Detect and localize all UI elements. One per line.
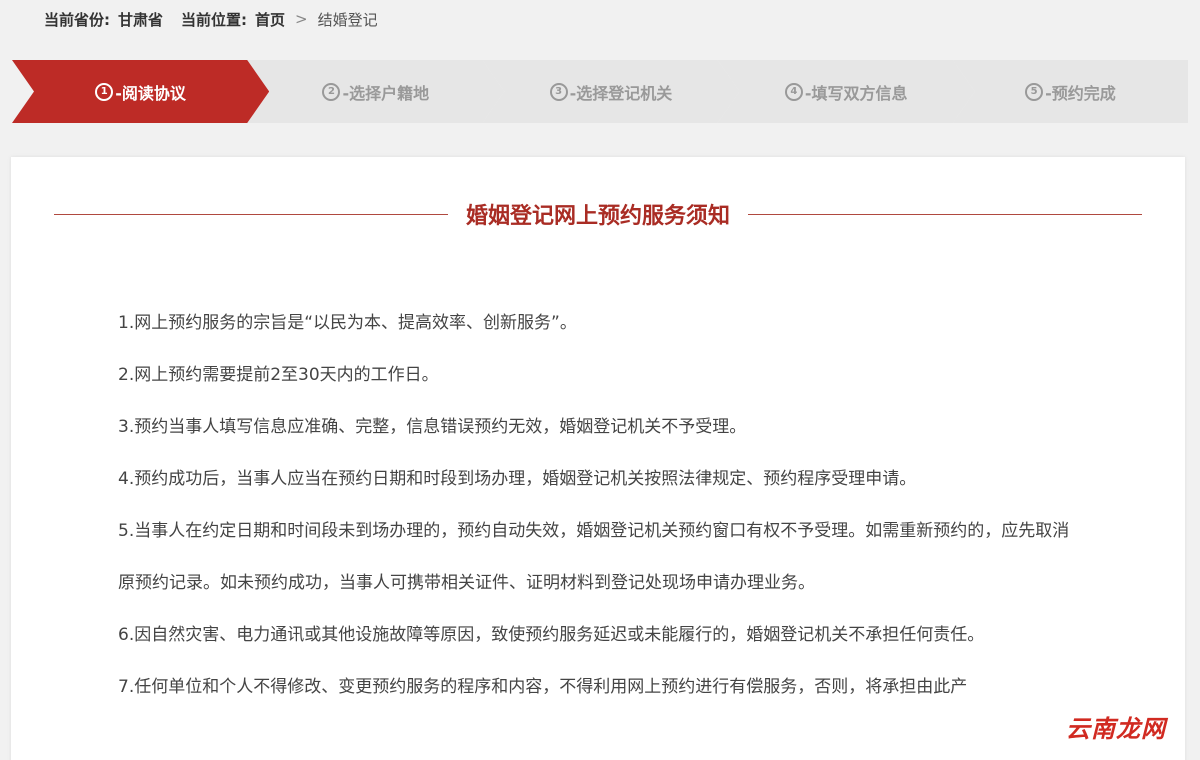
notice-rules-list: 1.网上预约服务的宗旨是“以民为本、提高效率、创新服务”。 2.网上预约需要提前2… (118, 297, 1078, 713)
step-label: -阅读协议 (115, 83, 186, 103)
step-number-icon: 3 (549, 82, 568, 101)
step-label: -选择登记机关 (569, 83, 673, 103)
step-4[interactable]: 4 -填写双方信息 (717, 60, 975, 123)
title-divider-right (748, 213, 1143, 215)
notice-rule-1: 1.网上预约服务的宗旨是“以民为本、提高效率、创新服务”。 (118, 313, 577, 333)
notice-rule-4: 4.预约成功后，当事人应当在预约日期和时段到场办理，婚姻登记机关按照法律规定、预… (118, 469, 917, 489)
step-2[interactable]: 2 -选择户籍地 (247, 60, 505, 123)
breadcrumb-current: 结婚登记 (317, 10, 378, 29)
step-number-icon: 5 (1025, 82, 1044, 101)
notice-rule-7: 7.任何单位和个人不得修改、变更预约服务的程序和内容，不得利用网上预约进行有偿服… (118, 677, 968, 697)
step-number-icon: 4 (784, 82, 803, 101)
watermark-logo: 云南龙网 (1058, 710, 1174, 748)
notice-card: 婚姻登记网上预约服务须知 1.网上预约服务的宗旨是“以民为本、提高效率、创新服务… (11, 157, 1185, 760)
step-label: -填写双方信息 (804, 83, 908, 103)
breadcrumb-home-link[interactable]: 首页 (255, 9, 285, 30)
notice-rule-2: 2.网上预约需要提前2至30天内的工作日。 (118, 365, 439, 385)
step-number-icon: 1 (95, 82, 114, 101)
page: 当前省份: 甘肃省 当前位置: 首页 > 结婚登记 1 -阅读协议 2 -选择户籍地 3… (0, 0, 1200, 760)
step-label: -预约完成 (1045, 83, 1116, 103)
province-label: 当前省份: (44, 10, 110, 29)
notice-title: 婚姻登记网上预约服务须知 (466, 204, 731, 229)
step-label: -选择户籍地 (342, 83, 430, 103)
notice-title-row: 婚姻登记网上预约服务须知 (54, 197, 1143, 231)
step-3[interactable]: 3 -选择登记机关 (482, 60, 740, 123)
notice-rule-6: 6.因自然灾害、电力通讯或其他设施故障等原因，致使预约服务延迟或未能履行的，婚姻… (118, 625, 985, 645)
step-progress-bar: 1 -阅读协议 2 -选择户籍地 3 -选择登记机关 4 -填写双方信息 5 -预约完成 (12, 60, 1188, 123)
step-number-icon: 2 (322, 82, 341, 101)
step-1[interactable]: 1 -阅读协议 (12, 60, 270, 123)
breadcrumb: 当前省份: 甘肃省 当前位置: 首页 > 结婚登记 (44, 8, 378, 30)
notice-rule-3: 3.预约当事人填写信息应准确、完整，信息错误预约无效，婚姻登记机关不予受理。 (118, 417, 747, 437)
province-value: 甘肃省 (118, 10, 164, 29)
title-divider-left (54, 213, 448, 215)
step-5[interactable]: 5 -预约完成 (952, 60, 1188, 123)
breadcrumb-separator: > (295, 10, 308, 28)
location-label: 当前位置: (181, 10, 248, 29)
notice-rule-5: 5.当事人在约定日期和时间段未到场办理的，预约自动失效，婚姻登记机关预约窗口有权… (118, 521, 1070, 593)
